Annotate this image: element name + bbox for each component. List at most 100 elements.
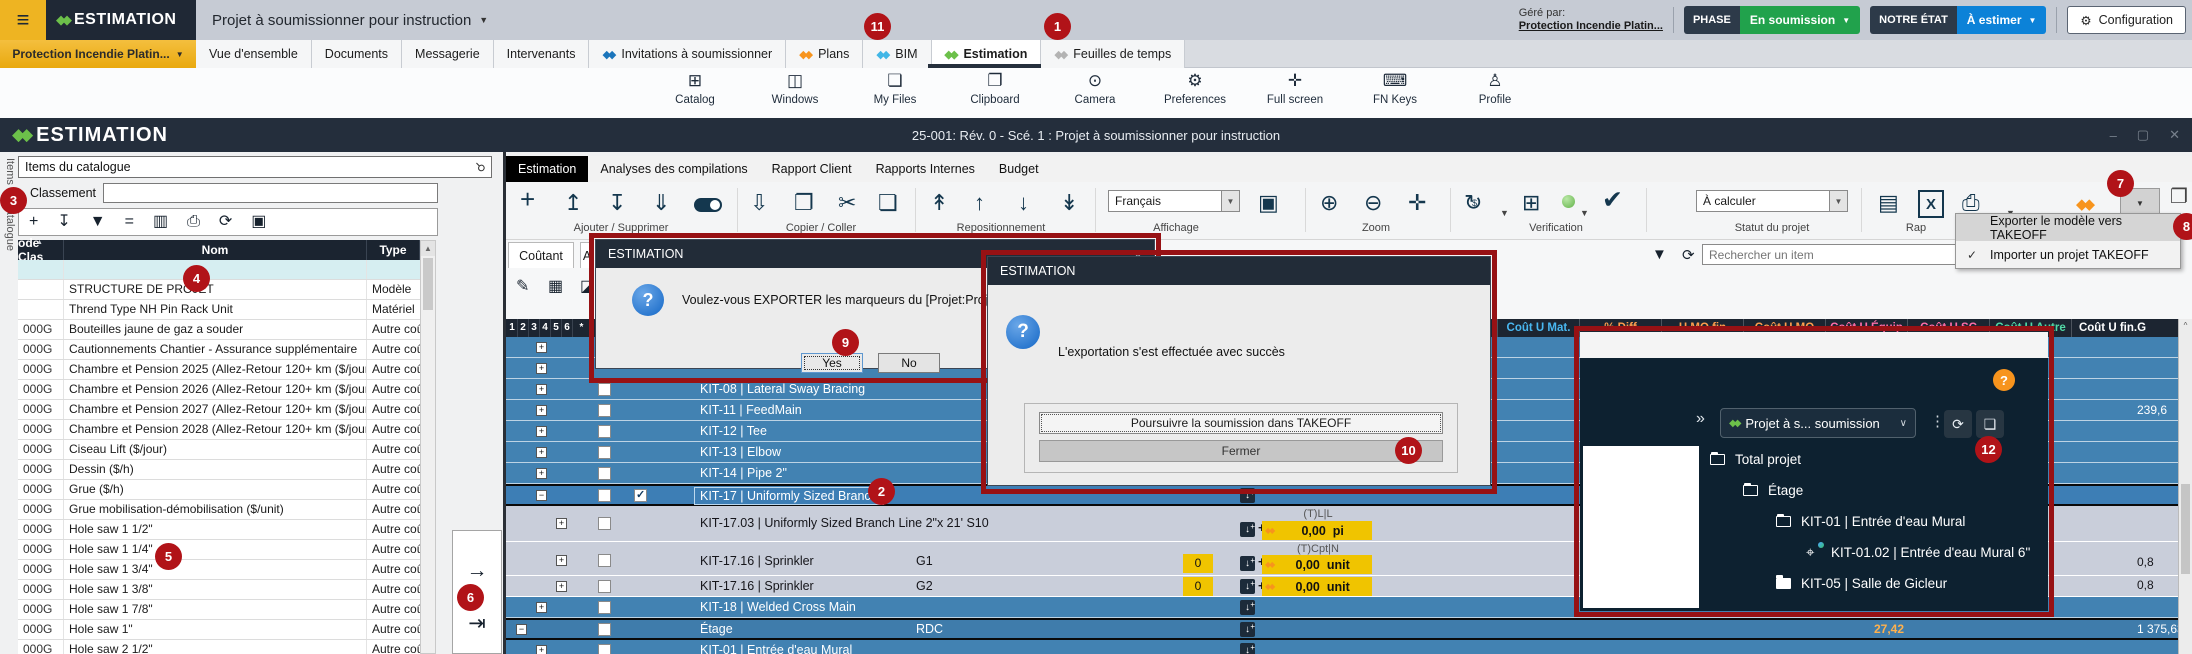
expand-icon[interactable]: + [556, 581, 567, 592]
expand-icon[interactable]: + [536, 363, 547, 374]
menu-estimation[interactable]: Estimation [506, 156, 588, 182]
quick-tool-button[interactable]: ⚙ Preferences [1145, 70, 1245, 106]
expand-icon[interactable]: + [536, 645, 547, 654]
column-header-3[interactable]: 3 [529, 319, 540, 337]
expand-icon[interactable]: + [536, 405, 547, 416]
image-view-icon[interactable]: ▣ [1258, 190, 1279, 216]
collapse-icon[interactable]: − [516, 624, 527, 635]
phase-button[interactable]: PHASE En soumission▼ [1684, 6, 1860, 34]
close-dialog-button[interactable]: Fermer [1039, 440, 1443, 462]
column-header-name[interactable]: Nom [64, 240, 367, 260]
insert-up-icon[interactable]: ↥ [564, 190, 582, 216]
refresh-icon[interactable]: ⟳ [219, 214, 232, 230]
quick-tool-button[interactable]: ✛ Full screen [1245, 70, 1345, 106]
quantity-cell[interactable]: ◆◆ 0,00 pi [1262, 521, 1372, 540]
sync-icon[interactable]: ⟳ [1944, 410, 1972, 438]
column-header-5[interactable]: 5 [551, 319, 562, 337]
row-checkbox[interactable] [598, 580, 611, 593]
filter-icon[interactable]: ▼ [1652, 246, 1667, 263]
quick-tool-button[interactable]: ◫ Windows [745, 70, 845, 106]
catalog-row[interactable]: 000G Chambre et Pension 2027 (Allez-Reto… [18, 400, 420, 420]
catalog-row[interactable]: 000G Ciseau Lift ($/jour) Autre coû [18, 440, 420, 460]
scrollbar-thumb[interactable] [2181, 484, 2190, 574]
expand-icon[interactable]: + [536, 426, 547, 437]
assign-down-icon[interactable]: ↓ [1240, 643, 1255, 654]
catalog-row[interactable]: 000G Hole saw 2 1/2" Autre coû [18, 640, 420, 654]
add-row-icon[interactable]: + [520, 186, 535, 212]
project-title-dropdown[interactable]: Projet à soumissionner pour instruction▼ [212, 0, 488, 40]
row-checkbox[interactable] [598, 425, 611, 438]
expand-icon[interactable]: + [536, 342, 547, 353]
row-checkbox-checked[interactable] [634, 489, 647, 502]
expand-icon[interactable]: + [556, 518, 567, 529]
expand-icon[interactable]: + [556, 555, 567, 566]
help-icon[interactable]: ? [1993, 369, 2015, 391]
status-led-icon[interactable] [1562, 195, 1575, 208]
catalog-row[interactable]: 000G Hole saw 1 3/4" Autre coû [18, 560, 420, 580]
tab-coutant[interactable]: Coûtant [508, 242, 574, 268]
report-document-icon[interactable]: ▤ [1878, 190, 1899, 216]
row-checkbox[interactable] [598, 383, 611, 396]
paste-special-icon[interactable]: ⇩ [750, 190, 768, 216]
catalog-row[interactable]: 000G Hole saw 1 3/8" Autre coû [18, 580, 420, 600]
language-select[interactable]: Français ▼ [1108, 190, 1240, 212]
print-icon[interactable]: ⎙ [187, 214, 200, 230]
menu-item-import-takeoff[interactable]: ✓ Importer un projet TAKEOFF [1956, 241, 2180, 268]
scroll-up-icon[interactable]: ^ [2179, 319, 2192, 333]
module-tab[interactable]: ◆◆ Plans [786, 40, 863, 68]
managed-by-link[interactable]: Protection Incendie Platin... [1519, 20, 1663, 32]
compare-grid-icon[interactable]: ⊞ [1522, 190, 1540, 216]
pin-icon[interactable]: ⚲ [473, 159, 489, 175]
maximize-icon[interactable]: ▢ [2137, 127, 2149, 143]
catalog-row[interactable]: 000G Cautionnements Chantier - Assurance… [18, 340, 420, 360]
catalog-row[interactable]: 000G Hole saw 1 1/4" Autre coû [18, 540, 420, 560]
kebab-menu-icon[interactable]: ⋮ [1930, 412, 1945, 430]
menu-budget[interactable]: Budget [987, 156, 1051, 182]
tree-item-kit01[interactable]: KIT-01 | Entrée d'eau Mural [1700, 506, 2044, 537]
collapse-icon[interactable]: − [536, 490, 547, 501]
catalog-row[interactable]: Thrend Type NH Pin Rack Unit Matériel [18, 300, 420, 320]
row-checkbox[interactable] [598, 446, 611, 459]
add-icon[interactable]: + [29, 214, 38, 230]
filter-icon[interactable]: ▼ [90, 214, 106, 230]
minimize-icon[interactable]: – [2110, 128, 2117, 143]
image-icon[interactable]: ▣ [251, 214, 266, 230]
catalog-row[interactable]: 000G Grue ($/h) Autre coû [18, 480, 420, 500]
add-folder-icon[interactable]: ❏ [1976, 410, 2004, 438]
zoom-out-icon[interactable]: ⊖ [1364, 190, 1382, 216]
menu-rapports-internes[interactable]: Rapports Internes [864, 156, 987, 182]
module-tab[interactable]: ◆◆ Estimation [932, 40, 1042, 68]
assign-down-icon[interactable]: ↓ [1240, 522, 1255, 537]
cost-column-header[interactable]: Coût U fin.G [2071, 319, 2153, 337]
move-bottom-icon[interactable]: ↡ [1060, 190, 1078, 216]
refresh-icon[interactable]: ⟳ [1682, 246, 1695, 264]
catalog-row[interactable]: 000G Chambre et Pension 2025 (Allez-Reto… [18, 360, 420, 380]
module-tab[interactable]: ◆◆ Feuilles de temps [1041, 40, 1185, 68]
cost-column-header[interactable]: Coût U Mat. [1497, 319, 1579, 337]
catalog-row[interactable]: 000G Dessin ($/h) Autre coû [18, 460, 420, 480]
row-checkbox[interactable] [598, 623, 611, 636]
scrollbar-thumb[interactable] [423, 258, 433, 310]
tree-item-kit0102[interactable]: ⌖ KIT-01.02 | Entrée d'eau Mural 6" [1700, 537, 2044, 568]
remove-down-icon[interactable]: ↧ [608, 190, 626, 216]
zero-cell[interactable]: 0 [1183, 554, 1213, 573]
hamburger-menu-icon[interactable]: ≡ [0, 0, 46, 40]
scroll-up-icon[interactable]: ▲ [421, 241, 435, 256]
assign-down-icon[interactable]: ↓ [1240, 488, 1255, 503]
save-icon[interactable]: ▦ [548, 276, 563, 296]
catalog-row[interactable]: 000G Hole saw 1 7/8" Autre coû [18, 600, 420, 620]
quick-tool-button[interactable]: ⌨ FN Keys [1345, 70, 1445, 106]
excel-export-icon[interactable]: X [1918, 190, 1944, 218]
quantity-cell[interactable]: ◆◆ 0,00 unit [1262, 577, 1372, 596]
quick-tool-button[interactable]: ❏ My Files [845, 70, 945, 106]
move-all-right-icon[interactable]: ⇥ [453, 611, 501, 636]
our-state-button[interactable]: NOTRE ÉTAT À estimer▼ [1870, 6, 2046, 34]
tree-item-kit05[interactable]: KIT-05 | Salle de Gicleur [1700, 568, 2044, 599]
menu-analyses[interactable]: Analyses des compilations [588, 156, 759, 182]
import-rows-icon[interactable]: ⇓ [652, 190, 670, 216]
expand-icon[interactable]: + [536, 602, 547, 613]
org-selector-button[interactable]: Protection Incendie Platin... ▼ [0, 40, 196, 68]
collapse-panel-icon[interactable]: » [1696, 410, 1705, 428]
recalculate-cost-icon[interactable]: ↻ [1464, 190, 1482, 216]
move-down-icon[interactable]: ↓ [1018, 190, 1029, 216]
